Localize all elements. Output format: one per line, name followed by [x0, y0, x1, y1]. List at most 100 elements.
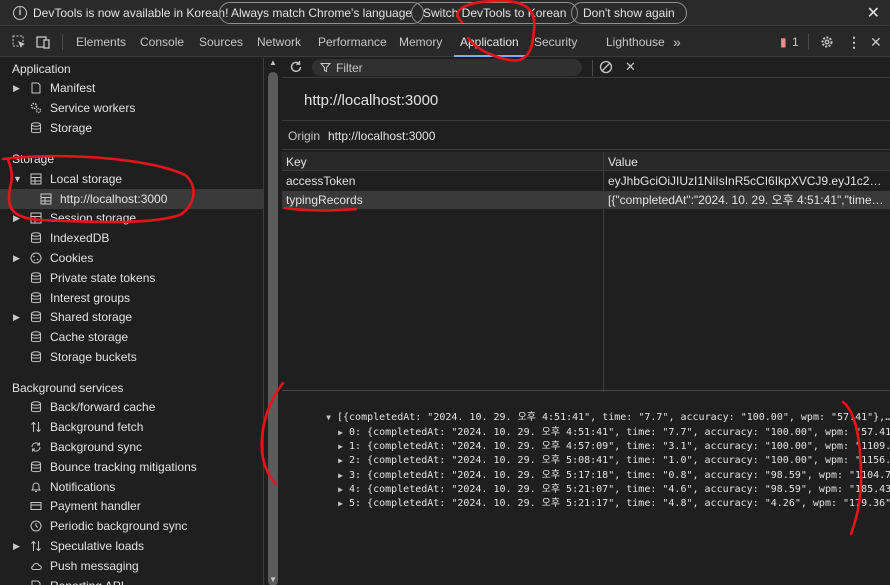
sidebar-item-interest-groups[interactable]: Interest groups — [0, 288, 263, 308]
sidebar-item-push-messaging[interactable]: Push messaging — [0, 556, 263, 576]
tab-lighthouse[interactable]: Lighthouse — [606, 27, 665, 57]
sidebar-item-label: Payment handler — [50, 499, 141, 513]
close-icon[interactable]: ✕ — [867, 3, 880, 23]
storage-section-header: Storage — [12, 152, 55, 166]
sidebar-item-local-storage[interactable]: ▼ Local storage — [0, 169, 263, 189]
filter-funnel-icon — [320, 63, 331, 73]
document-icon — [31, 82, 41, 94]
sidebar-item-label: Interest groups — [50, 291, 131, 305]
issues-icon[interactable]: ▮ — [780, 27, 787, 57]
preview-item-text: 5: {completedAt: "2024. 10. 29. 오후 5:21:… — [348, 498, 890, 509]
scroll-up-icon[interactable]: ▲ — [269, 58, 277, 67]
sidebar-item-payment-handler[interactable]: Payment handler — [0, 496, 263, 516]
sidebar-item-storage-buckets[interactable]: Storage buckets — [0, 347, 263, 367]
refresh-icon[interactable] — [289, 60, 303, 74]
issues-count[interactable]: 1 — [792, 27, 799, 57]
match-language-button[interactable]: Always match Chrome's language — [219, 2, 425, 24]
table-row[interactable]: accessToken eyJhbGciOiJIUzI1NiIsInR5cCI6… — [282, 172, 890, 190]
expand-arrow-icon[interactable]: ▶ — [13, 208, 20, 228]
table-icon — [40, 193, 52, 205]
expand-arrow-icon[interactable]: ▶ — [13, 536, 20, 556]
sidebar-item-storage[interactable]: Storage — [0, 118, 263, 138]
delete-selected-icon[interactable]: ✕ — [625, 59, 636, 75]
sidebar-item-indexeddb[interactable]: IndexedDB — [0, 228, 263, 248]
clock-icon — [30, 520, 42, 532]
info-icon: i — [13, 5, 27, 20]
sidebar-item-label: Background sync — [50, 440, 143, 454]
sidebar-item-cookies[interactable]: ▶ Cookies — [0, 248, 263, 268]
device-toolbar-icon[interactable] — [36, 35, 50, 49]
sidebar-item-shared-storage[interactable]: ▶ Shared storage — [0, 307, 263, 327]
storage-toolbar: ✕ — [282, 58, 890, 78]
database-icon — [31, 232, 41, 244]
sidebar-item-localhost-origin[interactable]: http://localhost:3000 — [0, 189, 263, 209]
table-row-selected[interactable]: typingRecords [{"completedAt":"2024. 10.… — [282, 191, 890, 209]
database-icon — [31, 292, 41, 304]
tab-application[interactable]: Application — [454, 27, 525, 57]
sidebar-item-cache-storage[interactable]: Cache storage — [0, 327, 263, 347]
tab-elements[interactable]: Elements — [76, 27, 126, 57]
switch-language-button[interactable]: Switch DevTools to Korean — [411, 2, 579, 24]
close-devtools-icon[interactable]: ✕ — [870, 27, 882, 57]
sidebar-scrollbar[interactable]: ▲ ▼ — [265, 58, 281, 585]
row-key: typingRecords — [286, 193, 363, 207]
expand-arrow-icon[interactable]: ▶ — [13, 307, 20, 327]
tab-console[interactable]: Console — [140, 27, 184, 57]
key-value-table: Key Value accessToken eyJhbGciOiJIUzI1Ni… — [282, 152, 890, 392]
sidebar-item-label: Speculative loads — [50, 539, 145, 553]
sidebar-item-bounce-tracking[interactable]: Bounce tracking mitigations — [0, 457, 263, 477]
origin-row: Origin http://localhost:3000 — [282, 120, 890, 150]
credit-card-icon — [30, 502, 42, 510]
bell-icon — [31, 482, 41, 492]
database-icon — [31, 272, 41, 284]
expand-arrow-icon[interactable]: ▶ — [338, 499, 343, 508]
filter-input[interactable] — [336, 59, 576, 76]
scroll-down-icon[interactable]: ▼ — [269, 575, 277, 584]
clear-all-icon[interactable] — [599, 60, 613, 74]
tab-security[interactable]: Security — [534, 27, 577, 57]
tab-sources[interactable]: Sources — [199, 27, 243, 57]
row-value: [{"completedAt":"2024. 10. 29. 오후 4:51:4… — [608, 193, 886, 207]
tab-network[interactable]: Network — [257, 27, 301, 57]
sidebar-item-background-fetch[interactable]: Background fetch — [0, 417, 263, 437]
expand-arrow-icon[interactable]: ▶ — [13, 248, 20, 268]
sidebar-item-service-workers[interactable]: Service workers — [0, 98, 263, 118]
cookie-icon — [30, 252, 42, 264]
up-down-arrows-icon — [31, 421, 41, 433]
preview-item[interactable]: ▶ 5: {completedAt: "2024. 10. 29. 오후 5:2… — [302, 483, 890, 520]
origin-value: http://localhost:3000 — [328, 129, 436, 143]
sidebar-item-label: Private state tokens — [50, 271, 156, 285]
tab-performance[interactable]: Performance — [318, 27, 387, 57]
sidebar-item-private-state-tokens[interactable]: Private state tokens — [0, 268, 263, 288]
sidebar-item-notifications[interactable]: Notifications — [0, 477, 263, 497]
database-icon — [31, 351, 41, 363]
value-preview-pane: ▼ [{completedAt: "2024. 10. 29. 오후 4:51:… — [282, 390, 890, 585]
cloud-icon — [31, 562, 42, 570]
application-sidebar: Application ▶ Manifest Service workers S… — [0, 58, 264, 585]
expand-arrow-icon[interactable]: ▶ — [13, 78, 20, 98]
column-header-value[interactable]: Value — [608, 155, 638, 169]
origin-title: http://localhost:3000 — [304, 92, 439, 109]
sidebar-item-bfcache[interactable]: Back/forward cache — [0, 397, 263, 417]
sidebar-item-session-storage[interactable]: ▶ Session storage — [0, 208, 263, 228]
column-header-key[interactable]: Key — [286, 155, 307, 169]
settings-gear-icon[interactable] — [820, 35, 834, 49]
sidebar-item-manifest[interactable]: ▶ Manifest — [0, 78, 263, 98]
sidebar-item-periodic-sync[interactable]: Periodic background sync — [0, 516, 263, 536]
more-tabs-icon[interactable]: » — [673, 27, 681, 57]
sidebar-item-label: Bounce tracking mitigations — [50, 460, 197, 474]
collapse-arrow-icon[interactable]: ▼ — [13, 169, 22, 189]
filter-box[interactable] — [312, 59, 582, 76]
sidebar-item-background-sync[interactable]: Background sync — [0, 437, 263, 457]
sync-icon — [31, 442, 41, 452]
inspect-element-icon[interactable] — [12, 35, 26, 49]
table-icon — [30, 173, 42, 185]
more-options-icon[interactable]: ⋮ — [847, 27, 861, 57]
dont-show-again-button[interactable]: Don't show again — [571, 2, 687, 24]
database-icon — [31, 461, 41, 473]
up-down-arrows-icon — [31, 540, 41, 552]
sidebar-item-speculative-loads[interactable]: ▶ Speculative loads — [0, 536, 263, 556]
tab-memory[interactable]: Memory — [399, 27, 442, 57]
sidebar-item-reporting-api[interactable]: Reporting API — [0, 576, 263, 585]
scrollbar-thumb[interactable] — [268, 72, 278, 585]
